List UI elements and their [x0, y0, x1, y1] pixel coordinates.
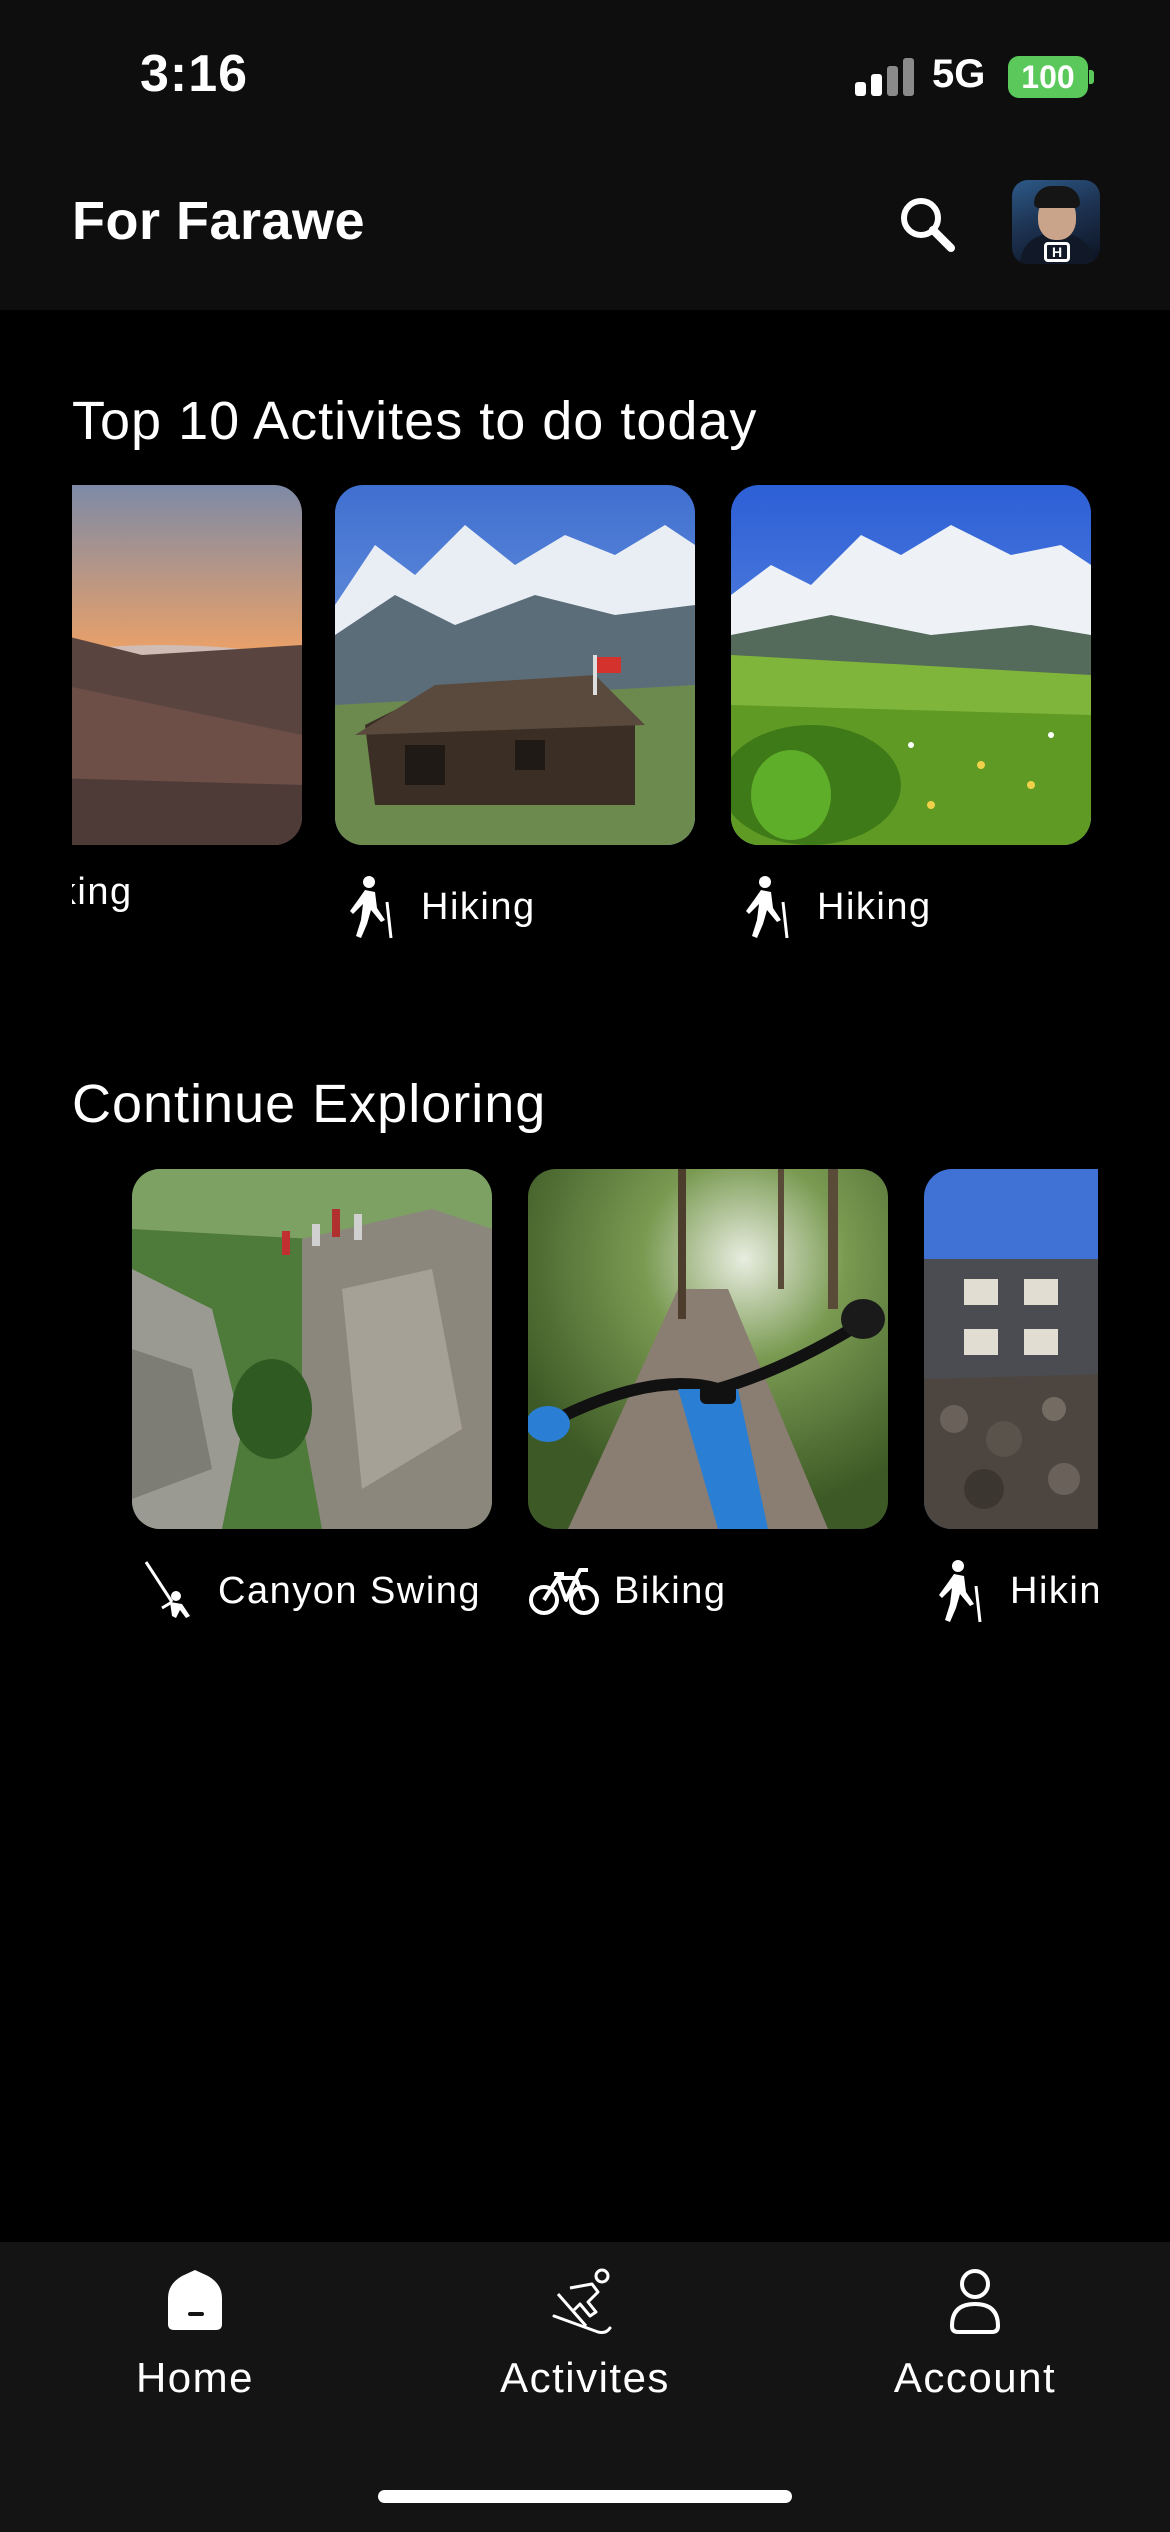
app-header: For Farawe H: [0, 150, 1170, 310]
tab-account[interactable]: Account: [780, 2242, 1170, 2422]
hiker-icon: [350, 876, 393, 939]
home-screen: 3:16 5G 100 For Farawe H Top 10 Activite…: [0, 0, 1170, 2532]
explore-label-3: Hiking: [934, 1556, 1098, 1626]
home-icon: [168, 2270, 222, 2330]
explore-label-1: Canyon Swing: [142, 1556, 481, 1626]
canyon-swing-image: [132, 1169, 492, 1529]
home-indicator: [378, 2490, 792, 2503]
top-activity-label-text-1: Hiking: [72, 870, 133, 913]
tab-activites[interactable]: Activites: [390, 2242, 780, 2422]
explore-label-2: Biking: [528, 1556, 727, 1626]
explore-label-text-2: Biking: [614, 1569, 727, 1612]
top-activity-label-2: Hiking: [345, 872, 536, 942]
cellular-signal-icon: [855, 58, 915, 96]
top-activity-label-1: Hiking: [72, 857, 133, 927]
top-activities-title: Top 10 Activites to do today: [72, 391, 758, 451]
alpine-meadow-image: [731, 485, 1091, 845]
user-avatar[interactable]: H: [1012, 180, 1100, 264]
battery-indicator: 100: [1008, 56, 1088, 98]
network-type: 5G: [932, 52, 986, 96]
explore-label-text-1: Canyon Swing: [218, 1569, 482, 1612]
hiker-icon: [939, 1560, 982, 1623]
explore-card-2[interactable]: [528, 1169, 888, 1529]
search-button[interactable]: [893, 190, 963, 260]
top-activity-label-text-2: Hiking: [421, 885, 536, 928]
explore-card-3[interactable]: [924, 1169, 1098, 1529]
top-activity-card-1-clip: Hiking: [72, 485, 302, 955]
mountain-biking-image: [528, 1169, 888, 1529]
hiker-icon: [746, 876, 789, 939]
account-icon: [949, 2269, 1001, 2334]
top-activity-card-1[interactable]: [72, 485, 302, 845]
sunset-hike-image: [72, 485, 302, 845]
tab-home-label: Home: [135, 2354, 255, 2401]
top-activity-card-3[interactable]: [731, 485, 1091, 845]
tab-account-label: Account: [893, 2354, 1057, 2401]
avatar-logo: H: [1044, 242, 1070, 262]
status-bar: 3:16 5G 100: [0, 0, 1170, 150]
explore-card-1[interactable]: [132, 1169, 492, 1529]
top-activity-label-3: Hiking: [741, 872, 932, 942]
top-activity-label-text-3: Hiking: [817, 885, 932, 928]
status-time: 3:16: [140, 45, 249, 103]
bicycle-icon: [529, 1568, 599, 1615]
search-icon: [901, 198, 955, 252]
tab-home[interactable]: Home: [0, 2242, 390, 2422]
tab-bar: Home Activites Account: [0, 2242, 1170, 2532]
app-title: For Farawe: [72, 191, 366, 251]
mountain-hut-image: [335, 485, 695, 845]
battery-tip: [1089, 70, 1094, 84]
canyon-swing-icon: [144, 1561, 190, 1618]
skier-icon: [552, 2268, 612, 2334]
building-image: [924, 1169, 1098, 1529]
continue-exploring-title: Continue Exploring: [72, 1074, 547, 1134]
top-activity-card-2[interactable]: [335, 485, 695, 845]
tab-activites-label: Activites: [500, 2354, 670, 2401]
explore-label-text-3: Hiking: [1010, 1569, 1098, 1612]
